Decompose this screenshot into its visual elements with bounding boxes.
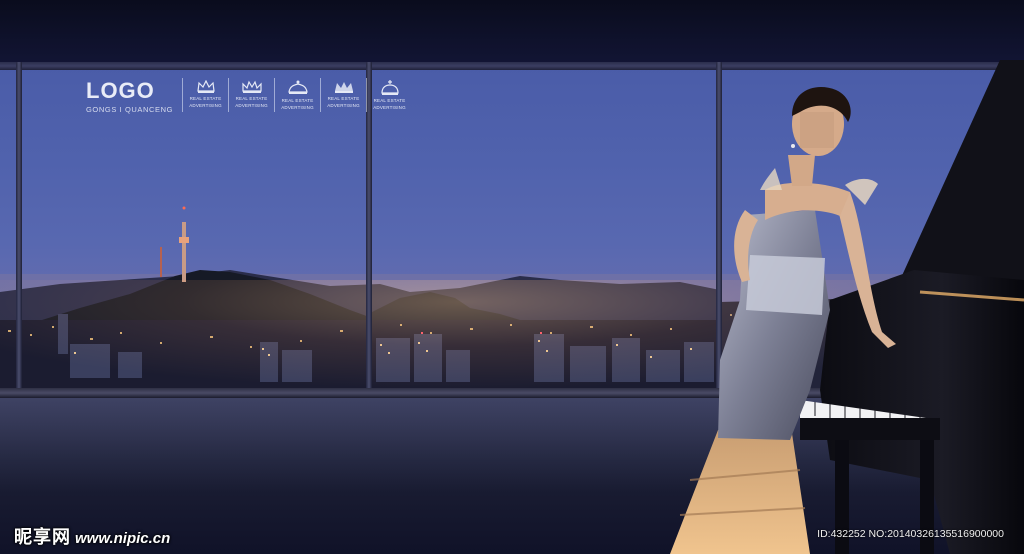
crown-icon <box>196 80 215 93</box>
gown-ruffle <box>670 420 810 554</box>
badge-label-line2: ADVERTISING <box>373 105 406 110</box>
watermark-url: www.nipic.cn <box>75 530 171 547</box>
ceiling-band <box>0 0 1024 66</box>
badge-label-line1: REAL ESTATE <box>189 96 222 101</box>
badge-label-line2: ADVERTISING <box>189 103 222 108</box>
window-mullion-1 <box>16 62 22 394</box>
logo-word: LOGO <box>86 78 155 103</box>
watermark-id: ID:432252 NO:20140326135516900000 <box>817 528 1004 540</box>
watermark-brand-name: 昵享网 <box>14 527 71 547</box>
badge-label-line2: ADVERTISING <box>281 105 314 110</box>
badge-label-line1: REAL ESTATE <box>327 96 360 101</box>
crown-icon <box>334 82 353 93</box>
badge-item: REAL ESTATE ADVERTISING <box>320 78 366 112</box>
watermark-brand: 昵享网 www.nipic.cn <box>14 523 170 549</box>
crown-icon <box>287 80 308 94</box>
badge-item: REAL ESTATE ADVERTISING <box>366 78 412 112</box>
badge-label-line2: ADVERTISING <box>235 103 268 108</box>
badge-item: REAL ESTATE ADVERTISING <box>274 78 320 112</box>
badge-row: REAL ESTATE ADVERTISING REAL ESTATE ADVE… <box>182 78 412 112</box>
badge-label-line1: REAL ESTATE <box>373 98 406 103</box>
badge-label-line2: ADVERTISING <box>327 103 360 108</box>
logo-subtitle: GONGS I QUANCENG <box>86 105 174 114</box>
badge-item: REAL ESTATE ADVERTISING <box>182 78 228 112</box>
badge-label-line1: REAL ESTATE <box>281 98 314 103</box>
badge-item: REAL ESTATE ADVERTISING <box>228 78 274 112</box>
crown-icon <box>380 80 399 95</box>
badge-label-line1: REAL ESTATE <box>235 96 268 101</box>
woman-at-piano <box>670 60 1024 554</box>
poster-canvas: LOGO GONGS I QUANCENG REAL ESTATE ADVERT… <box>0 0 1024 554</box>
crown-icon <box>241 80 262 93</box>
brand-logo: LOGO GONGS I QUANCENG <box>86 78 174 115</box>
